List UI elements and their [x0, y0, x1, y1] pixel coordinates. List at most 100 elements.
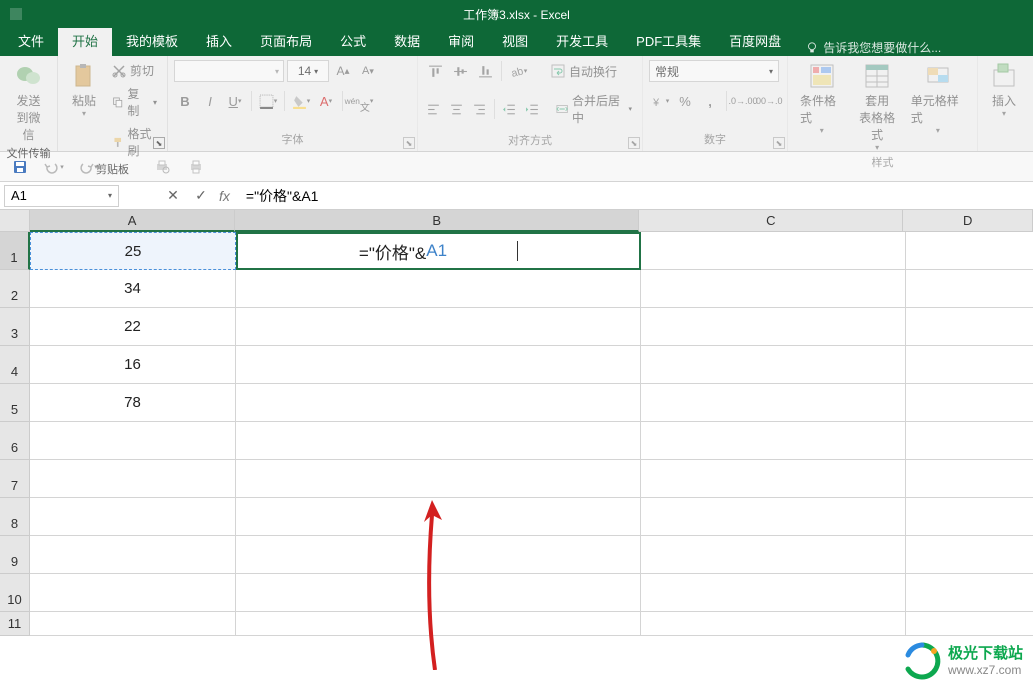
fx-icon[interactable]: fx — [219, 188, 230, 204]
column-header-c[interactable]: C — [639, 210, 903, 232]
row-header[interactable]: 7 — [0, 460, 30, 498]
undo-button[interactable]: ▾ — [42, 155, 66, 179]
cell[interactable] — [906, 574, 1033, 612]
cell[interactable] — [906, 612, 1033, 636]
font-color-button[interactable]: A▾ — [315, 90, 337, 112]
align-left-button[interactable] — [424, 98, 444, 120]
tab-review[interactable]: 审阅 — [434, 25, 488, 56]
cell[interactable] — [906, 384, 1033, 422]
tab-developer[interactable]: 开发工具 — [542, 25, 622, 56]
column-header-b[interactable]: B — [235, 210, 639, 232]
row-header[interactable]: 1 — [0, 232, 30, 270]
fill-color-button[interactable]: ▾ — [290, 90, 312, 112]
row-header[interactable]: 2 — [0, 270, 30, 308]
cell[interactable] — [641, 346, 906, 384]
number-format-combo[interactable]: 常规▾ — [649, 60, 779, 82]
cell[interactable] — [236, 384, 641, 422]
orientation-button[interactable]: ab▾ — [507, 60, 529, 82]
copy-button[interactable]: 复制▾ — [108, 83, 161, 121]
clipboard-dialog-launcher[interactable]: ⬊ — [153, 137, 165, 149]
send-to-wechat-button[interactable]: 发送 到微信 — [6, 60, 51, 145]
row-header[interactable]: 8 — [0, 498, 30, 536]
merge-center-button[interactable]: 合并后居中▾ — [552, 90, 636, 128]
decrease-decimal-button[interactable]: .00→.0 — [757, 90, 779, 112]
tell-me-search[interactable]: 告诉我您想要做什么... — [805, 39, 941, 56]
accounting-format-button[interactable]: ¥▾ — [649, 90, 671, 112]
row-header[interactable]: 6 — [0, 422, 30, 460]
tab-baidudisk[interactable]: 百度网盘 — [715, 25, 795, 56]
cell[interactable] — [641, 574, 906, 612]
cell[interactable] — [641, 232, 906, 270]
cell[interactable] — [30, 422, 236, 460]
cell[interactable] — [641, 308, 906, 346]
align-middle-button[interactable] — [449, 60, 471, 82]
increase-indent-button[interactable] — [522, 98, 542, 120]
insert-cells-button[interactable]: 插入▾ — [984, 60, 1024, 120]
cell[interactable] — [906, 460, 1033, 498]
wrap-text-button[interactable]: 自动换行 — [547, 61, 621, 82]
cell[interactable] — [641, 270, 906, 308]
redo-button[interactable]: ▾ — [76, 155, 100, 179]
cell[interactable] — [641, 422, 906, 460]
font-name-combo[interactable]: ▾ — [174, 60, 284, 82]
cell[interactable] — [30, 498, 236, 536]
column-header-d[interactable]: D — [903, 210, 1033, 232]
cell[interactable] — [641, 384, 906, 422]
phonetic-button[interactable]: wén文▾ — [348, 90, 370, 112]
cell[interactable] — [906, 498, 1033, 536]
align-center-button[interactable] — [447, 98, 467, 120]
align-right-button[interactable] — [469, 98, 489, 120]
cell[interactable]: 34 — [30, 270, 236, 308]
increase-decimal-button[interactable]: .0→.00 — [732, 90, 754, 112]
cell[interactable] — [906, 308, 1033, 346]
row-header[interactable]: 3 — [0, 308, 30, 346]
select-all-corner[interactable] — [0, 210, 30, 232]
percent-button[interactable]: % — [674, 90, 696, 112]
cell[interactable] — [906, 232, 1033, 270]
print-button[interactable] — [184, 155, 208, 179]
comma-button[interactable]: , — [699, 90, 721, 112]
increase-font-button[interactable]: A▴ — [332, 60, 354, 82]
cell[interactable] — [906, 422, 1033, 460]
tab-view[interactable]: 视图 — [488, 25, 542, 56]
cut-button[interactable]: 剪切 — [108, 60, 161, 81]
cell[interactable]: 16 — [30, 346, 236, 384]
cell[interactable] — [641, 460, 906, 498]
cell[interactable] — [236, 460, 641, 498]
cell[interactable]: 78 — [30, 384, 236, 422]
conditional-format-button[interactable]: 条件格式▾ — [794, 60, 849, 137]
column-header-a[interactable]: A — [30, 210, 235, 232]
formula-input[interactable]: ="价格"&A1 — [240, 185, 1033, 207]
cell[interactable] — [236, 422, 641, 460]
row-header[interactable]: 11 — [0, 612, 30, 636]
name-box[interactable]: A1 ▾ — [4, 185, 119, 207]
cell[interactable] — [30, 574, 236, 612]
cell-styles-button[interactable]: 单元格样式▾ — [905, 60, 971, 137]
tab-data[interactable]: 数据 — [380, 25, 434, 56]
align-bottom-button[interactable] — [474, 60, 496, 82]
decrease-indent-button[interactable] — [500, 98, 520, 120]
cancel-formula-button[interactable]: ✕ — [163, 186, 183, 206]
cell-a1[interactable]: 25 — [30, 232, 236, 270]
cell[interactable] — [906, 346, 1033, 384]
cell[interactable] — [30, 612, 236, 636]
cell[interactable] — [641, 612, 906, 636]
tab-mytemplates[interactable]: 我的模板 — [112, 25, 192, 56]
underline-button[interactable]: U▾ — [224, 90, 246, 112]
decrease-font-button[interactable]: A▾ — [357, 60, 379, 82]
paste-button[interactable]: 粘贴 ▾ — [64, 60, 104, 120]
table-format-button[interactable]: 套用 表格格式▾ — [849, 60, 904, 154]
cell[interactable]: 22 — [30, 308, 236, 346]
row-header[interactable]: 9 — [0, 536, 30, 574]
bold-button[interactable]: B — [174, 90, 196, 112]
alignment-dialog-launcher[interactable]: ⬊ — [628, 137, 640, 149]
italic-button[interactable]: I — [199, 90, 221, 112]
number-dialog-launcher[interactable]: ⬊ — [773, 137, 785, 149]
font-size-combo[interactable]: 14▾ — [287, 60, 329, 82]
cell[interactable] — [236, 308, 641, 346]
cell[interactable] — [906, 536, 1033, 574]
print-preview-button[interactable] — [150, 155, 174, 179]
tab-insert[interactable]: 插入 — [192, 25, 246, 56]
accept-formula-button[interactable]: ✓ — [191, 186, 211, 206]
cell[interactable] — [236, 270, 641, 308]
